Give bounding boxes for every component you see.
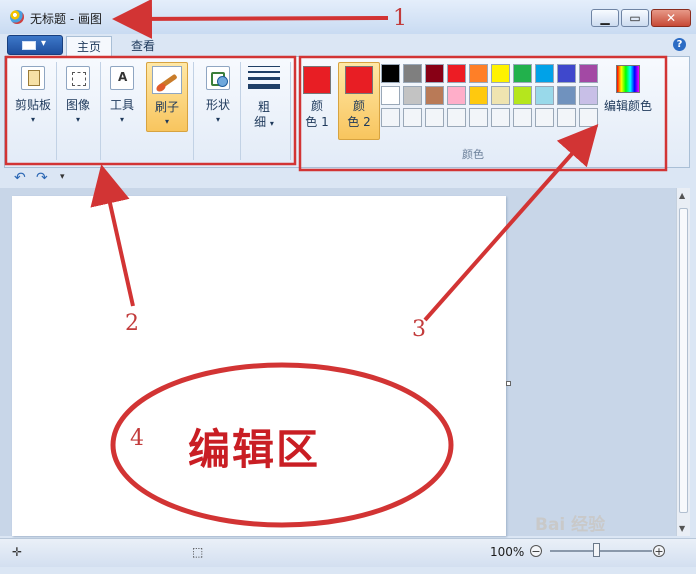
arrow-to-tools xyxy=(90,164,135,307)
annotation-overlay xyxy=(4,0,668,528)
edit-area-label: 编辑区 xyxy=(188,425,321,474)
annotation-number-4: 4 xyxy=(130,426,144,451)
watermark: Bai 经验 xyxy=(535,515,606,535)
annotation-number-3: 3 xyxy=(412,317,426,342)
arrow-to-colors xyxy=(423,124,599,322)
annotation-number-2: 2 xyxy=(125,311,139,336)
highlight-box-tools xyxy=(4,55,297,166)
highlight-box-colors xyxy=(298,55,668,172)
arrow-to-title-bar xyxy=(112,0,389,39)
annotation-number-1: 1 xyxy=(393,6,407,31)
